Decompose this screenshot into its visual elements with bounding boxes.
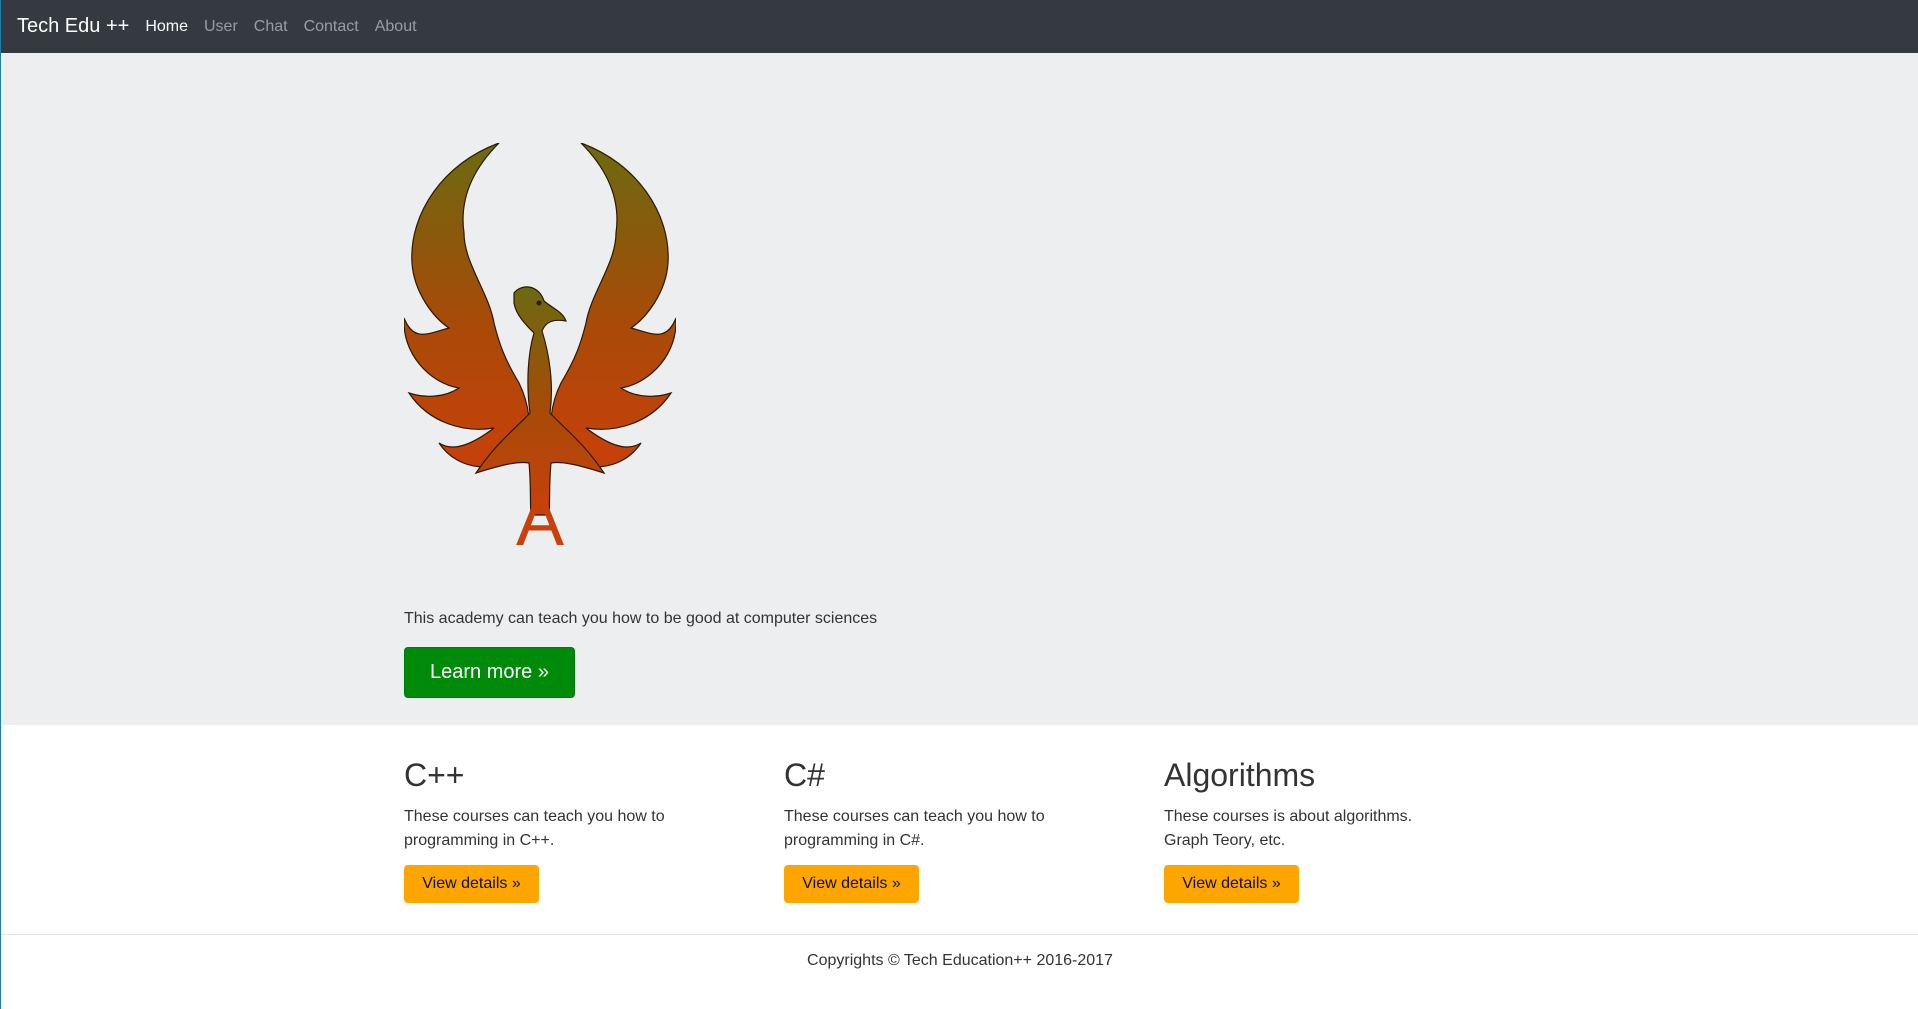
view-details-button[interactable]: View details » — [1164, 865, 1299, 903]
nav-chat[interactable]: Chat — [254, 18, 288, 36]
hero-jumbotron: A This academy can teach you how to be g… — [1, 53, 1918, 725]
course-title: Algorithms — [1164, 757, 1316, 793]
nav-contact[interactable]: Contact — [304, 18, 359, 36]
logo-letter: A — [516, 481, 564, 548]
page-frame: Tech Edu ++ Home User Chat Contact About — [0, 0, 1918, 1009]
nav-home[interactable]: Home — [145, 18, 188, 36]
view-details-button[interactable]: View details » — [784, 865, 919, 903]
course-card-algorithms: Algorithms These courses is about algori… — [1164, 757, 1484, 903]
course-title: C++ — [404, 757, 465, 793]
hero-tagline: This academy can teach you how to be goo… — [404, 610, 878, 627]
learn-more-button[interactable]: Learn more » — [404, 647, 575, 698]
phoenix-logo-icon: A — [404, 143, 676, 548]
course-description: These courses can teach you how to progr… — [404, 808, 665, 849]
top-navbar: Tech Edu ++ Home User Chat Contact About — [1, 0, 1918, 53]
course-title: C# — [784, 757, 825, 793]
course-card-cpp: C++ These courses can teach you how to p… — [404, 757, 724, 903]
view-details-button[interactable]: View details » — [404, 865, 539, 903]
course-card-csharp: C# These courses can teach you how to pr… — [784, 757, 1104, 903]
footer-copyright: Copyrights © Tech Education++ 2016-2017 — [807, 952, 1113, 969]
nav-user[interactable]: User — [204, 18, 238, 36]
nav-about[interactable]: About — [375, 18, 417, 36]
footer-divider — [1, 934, 1918, 935]
brand-link[interactable]: Tech Edu ++ — [17, 15, 129, 38]
course-description: These courses is about algorithms. Graph… — [1164, 808, 1413, 849]
course-description: These courses can teach you how to progr… — [784, 808, 1045, 849]
